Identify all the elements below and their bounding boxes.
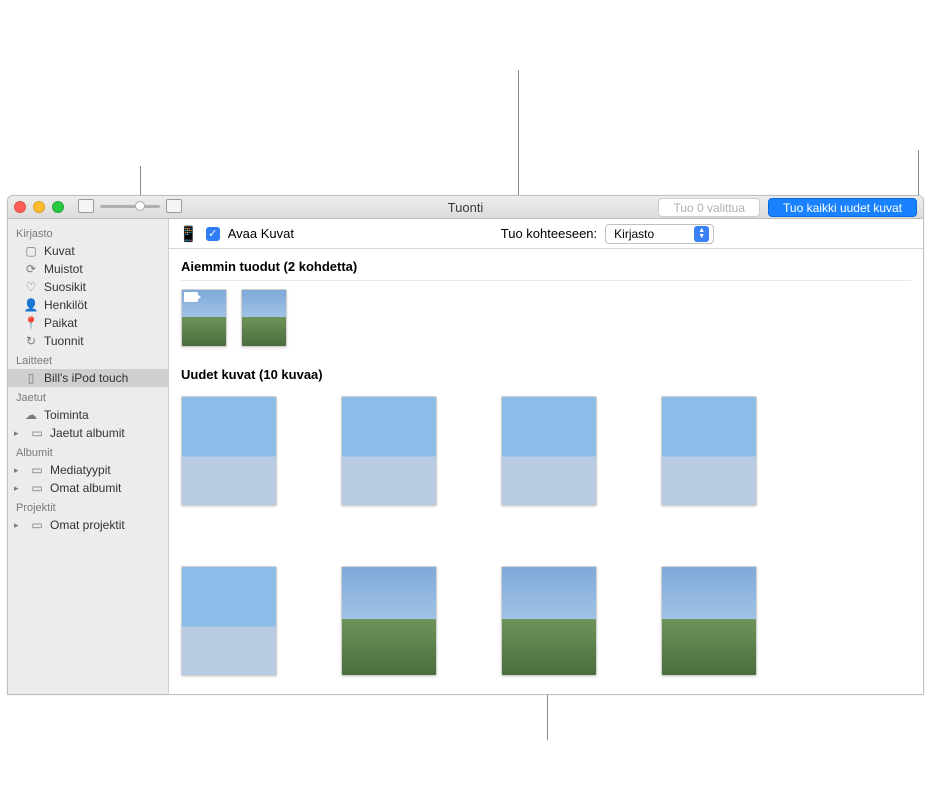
new-photos-header: Uudet kuvat (10 kuvaa): [181, 365, 911, 388]
folder-icon: ▭: [30, 518, 44, 532]
titlebar: Tuonti Tuo 0 valittua Tuo kaikki uudet k…: [8, 196, 923, 219]
import-control-bar: 📱 ✓ Avaa Kuvat Tuo kohteeseen: Kirjasto …: [169, 219, 923, 249]
person-icon: 👤: [24, 298, 38, 312]
sidebar-item-suosikit[interactable]: ♡ Suosikit: [8, 278, 168, 296]
photo-thumbnail[interactable]: [181, 566, 277, 676]
close-button[interactable]: [14, 201, 26, 213]
video-badge-icon: [184, 292, 198, 302]
select-stepper-icon: ▲▼: [694, 226, 709, 242]
zoom-button[interactable]: [52, 201, 64, 213]
thumbnail-large-icon[interactable]: [166, 199, 182, 213]
photo-thumbnail[interactable]: [341, 566, 437, 676]
disclosure-triangle-icon[interactable]: ▸: [14, 483, 24, 494]
sidebar-item-label: Paikat: [44, 316, 77, 330]
sidebar-item-label: Omat albumit: [50, 481, 121, 495]
sidebar-item-jaetut-albumit[interactable]: ▸ ▭ Jaetut albumit: [8, 424, 168, 442]
sidebar-item-paikat[interactable]: 📍 Paikat: [8, 314, 168, 332]
sidebar-item-label: Toiminta: [44, 408, 89, 422]
folder-icon: ▭: [30, 481, 44, 495]
folder-icon: ▭: [30, 463, 44, 477]
sidebar-item-label: Muistot: [44, 262, 83, 276]
device-icon: 📱: [179, 225, 198, 243]
sidebar-item-label: Mediatyypit: [50, 463, 111, 477]
sidebar-item-label: Omat projektit: [50, 518, 125, 532]
sidebar-header: Jaetut: [8, 387, 168, 406]
already-imported-grid: [181, 289, 911, 347]
photo-thumbnail[interactable]: [661, 396, 757, 506]
sidebar-item-label: Tuonnit: [44, 334, 84, 348]
import-to-label: Tuo kohteeseen:: [501, 226, 597, 241]
sidebar-item-mediatyypit[interactable]: ▸ ▭ Mediatyypit: [8, 461, 168, 479]
sidebar-item-kuvat[interactable]: ▢ Kuvat: [8, 242, 168, 260]
scroll-area[interactable]: Aiemmin tuodut (2 kohdetta) Uudet kuvat …: [169, 249, 923, 694]
sidebar-item-label: Bill's iPod touch: [44, 371, 128, 385]
new-photos-grid: [181, 396, 911, 694]
clock-icon: ⟳: [24, 262, 38, 276]
sidebar-item-bill-s-ipod-touch[interactable]: ▯ Bill's iPod touch: [8, 369, 168, 387]
photos-icon: ▢: [24, 244, 38, 258]
disclosure-triangle-icon[interactable]: ▸: [14, 520, 24, 531]
sidebar-item-tuonnit[interactable]: ↻ Tuonnit: [8, 332, 168, 350]
sidebar-item-omat-albumit[interactable]: ▸ ▭ Omat albumit: [8, 479, 168, 497]
sidebar-item-label: Suosikit: [44, 280, 86, 294]
sidebar-header: Laitteet: [8, 350, 168, 369]
open-photos-label: Avaa Kuvat: [228, 226, 294, 241]
sidebar-header: Kirjasto: [8, 223, 168, 242]
traffic-lights: [14, 201, 64, 213]
pin-icon: 📍: [24, 316, 38, 330]
import-to-select[interactable]: Kirjasto ▲▼: [605, 224, 714, 244]
sidebar-header: Projektit: [8, 497, 168, 516]
app-window: Tuonti Tuo 0 valittua Tuo kaikki uudet k…: [7, 195, 924, 695]
sidebar-header: Albumit: [8, 442, 168, 461]
open-photos-checkbox[interactable]: ✓: [206, 227, 220, 241]
zoom-slider[interactable]: [100, 205, 160, 208]
disclosure-triangle-icon[interactable]: ▸: [14, 465, 24, 476]
sidebar-item-label: Henkilöt: [44, 298, 87, 312]
minimize-button[interactable]: [33, 201, 45, 213]
cloud-icon: ☁: [24, 408, 38, 422]
already-imported-header: Aiemmin tuodut (2 kohdetta): [181, 257, 911, 281]
content-area: 📱 ✓ Avaa Kuvat Tuo kohteeseen: Kirjasto …: [169, 219, 923, 694]
import-to-value: Kirjasto: [614, 227, 654, 241]
import-selected-button[interactable]: Tuo 0 valittua: [658, 198, 760, 217]
sidebar-item-henkil-t[interactable]: 👤 Henkilöt: [8, 296, 168, 314]
photo-thumbnail[interactable]: [341, 396, 437, 506]
sidebar-item-label: Kuvat: [44, 244, 75, 258]
sidebar-item-toiminta[interactable]: ☁ Toiminta: [8, 406, 168, 424]
folder-icon: ▭: [30, 426, 44, 440]
photo-thumbnail[interactable]: [501, 566, 597, 676]
disclosure-triangle-icon[interactable]: ▸: [14, 428, 24, 439]
photo-thumbnail[interactable]: [501, 396, 597, 506]
import-all-button[interactable]: Tuo kaikki uudet kuvat: [768, 198, 917, 217]
sidebar-item-muistot[interactable]: ⟳ Muistot: [8, 260, 168, 278]
photo-thumbnail[interactable]: [241, 289, 287, 347]
photo-thumbnail[interactable]: [181, 289, 227, 347]
zoom-slider-thumb[interactable]: [135, 201, 145, 211]
sidebar: Kirjasto ▢ Kuvat ⟳ Muistot ♡ Suosikit 👤 Henkilöt…: [8, 219, 169, 694]
sidebar-item-omat-projektit[interactable]: ▸ ▭ Omat projektit: [8, 516, 168, 534]
photo-thumbnail[interactable]: [181, 396, 277, 506]
thumbnail-small-icon[interactable]: [78, 199, 94, 213]
heart-icon: ♡: [24, 280, 38, 294]
device-icon: ▯: [24, 371, 38, 385]
photo-thumbnail[interactable]: [661, 566, 757, 676]
clock-arrow-icon: ↻: [24, 334, 38, 348]
sidebar-item-label: Jaetut albumit: [50, 426, 125, 440]
